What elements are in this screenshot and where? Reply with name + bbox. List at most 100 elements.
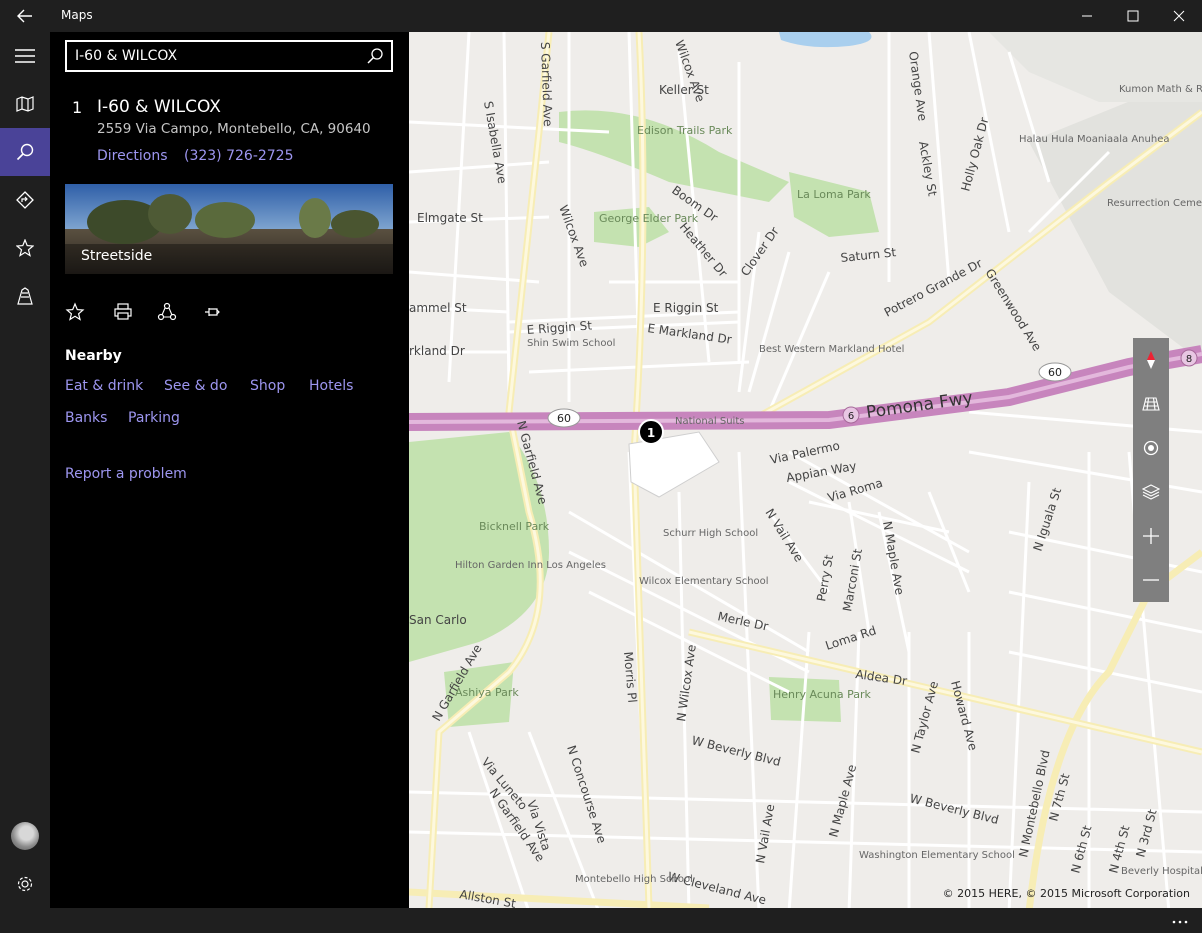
print-icon[interactable] bbox=[113, 302, 133, 322]
back-button[interactable] bbox=[0, 0, 50, 32]
compass-button[interactable] bbox=[1133, 338, 1169, 382]
cemetery-area bbox=[1029, 72, 1202, 362]
map-drawing: 60 60 6 8 Pomona Fwy S Garfield Ave N Ga… bbox=[409, 32, 1202, 908]
label-e-riggin2: E Riggin St bbox=[653, 301, 719, 315]
label-edison-park: Edison Trails Park bbox=[637, 124, 733, 137]
label-la-loma: La Loma Park bbox=[797, 188, 871, 201]
star-icon bbox=[16, 239, 34, 257]
label-loma: Loma Rd bbox=[824, 623, 878, 653]
label-washington: Washington Elementary School bbox=[859, 850, 1015, 861]
label-s-garfield: S Garfield Ave bbox=[538, 42, 555, 127]
result-address: 2559 Via Campo, Montebello, CA, 90640 bbox=[97, 121, 371, 137]
la-loma-park-area bbox=[789, 172, 879, 237]
result-title[interactable]: I-60 & WILCOX bbox=[97, 97, 221, 117]
settings-button[interactable] bbox=[0, 860, 50, 908]
map-copyright: © 2015 HERE, © 2015 Microsoft Corporatio… bbox=[942, 887, 1190, 900]
label-greenwood: Greenwood Ave bbox=[982, 266, 1044, 353]
favorite-star-icon[interactable] bbox=[65, 302, 85, 322]
close-icon bbox=[1173, 10, 1185, 22]
search-icon bbox=[16, 143, 34, 161]
label-n-wilcox: N Wilcox Ave bbox=[674, 644, 699, 723]
hamburger-icon bbox=[15, 49, 35, 63]
label-hammel: ammel St bbox=[409, 301, 467, 315]
close-button[interactable] bbox=[1156, 0, 1202, 32]
search-results-panel: 1 I-60 & WILCOX 2559 Via Campo, Montebel… bbox=[50, 32, 409, 908]
nearby-banks-link[interactable]: Banks bbox=[65, 410, 107, 426]
streetside-label: Streetside bbox=[81, 248, 153, 264]
label-shin-swim: Shin Swim School bbox=[527, 338, 615, 349]
svg-text:6: 6 bbox=[848, 411, 854, 422]
directions-nav-button[interactable] bbox=[0, 176, 50, 224]
reservoir bbox=[779, 32, 872, 48]
minimize-button[interactable] bbox=[1064, 0, 1110, 32]
label-best-western: Best Western Markland Hotel bbox=[759, 344, 904, 355]
label-appian: Appian Way bbox=[785, 459, 857, 485]
more-options-button[interactable] bbox=[1172, 910, 1188, 929]
phone-link[interactable]: (323) 726-2725 bbox=[184, 148, 294, 164]
search-icon[interactable] bbox=[365, 46, 385, 66]
label-n-maple: N Maple Ave bbox=[880, 520, 907, 596]
window-title: Maps bbox=[61, 8, 93, 22]
label-markland: rkland Dr bbox=[409, 344, 465, 358]
label-san-carlo: San Carlo bbox=[409, 613, 467, 627]
label-resurrection: Resurrection Cemetery bbox=[1107, 198, 1202, 209]
label-n-concourse: N Concourse Ave bbox=[564, 744, 609, 845]
label-montebello-high: Montebello High School bbox=[575, 874, 693, 885]
hamburger-menu-button[interactable] bbox=[0, 32, 50, 80]
route-60-shield-right: 60 bbox=[1038, 362, 1072, 382]
compass-icon bbox=[1147, 351, 1155, 369]
3d-cities-nav-button[interactable] bbox=[0, 272, 50, 320]
favorites-nav-button[interactable] bbox=[0, 224, 50, 272]
result-number: 1 bbox=[72, 98, 83, 117]
label-holly-oak: Holly Oak Dr bbox=[958, 116, 991, 193]
label-pin: National Suits bbox=[675, 416, 744, 427]
maximize-icon bbox=[1127, 10, 1139, 22]
label-kumon: Kumon Math & Reading Center of bbox=[1119, 84, 1202, 95]
nearby-heading: Nearby bbox=[65, 348, 122, 364]
avatar bbox=[11, 822, 39, 850]
label-n-vail: N Vail Ave bbox=[762, 506, 806, 564]
label-bicknell: Bicknell Park bbox=[479, 520, 550, 533]
share-icon[interactable] bbox=[157, 302, 177, 322]
nearby-see-do-link[interactable]: See & do bbox=[164, 378, 227, 394]
my-location-button[interactable] bbox=[1133, 426, 1169, 470]
plus-icon bbox=[1143, 528, 1159, 544]
label-w-beverly2: W Beverly Blvd bbox=[908, 791, 1000, 827]
exit-6-badge: 6 bbox=[842, 406, 860, 424]
title-bar: Maps bbox=[0, 0, 1202, 32]
gear-icon bbox=[17, 876, 33, 892]
account-button[interactable] bbox=[0, 812, 50, 860]
pin-icon[interactable] bbox=[202, 302, 222, 322]
nearby-parking-link[interactable]: Parking bbox=[128, 410, 180, 426]
maximize-button[interactable] bbox=[1110, 0, 1156, 32]
streetside-thumbnail[interactable]: Streetside bbox=[65, 184, 393, 274]
map-canvas[interactable]: 60 60 6 8 Pomona Fwy S Garfield Ave N Ga… bbox=[409, 32, 1202, 908]
directions-link[interactable]: Directions bbox=[97, 148, 168, 164]
label-schurr: Schurr High School bbox=[663, 528, 758, 539]
location-target-icon bbox=[1143, 440, 1159, 456]
search-input[interactable] bbox=[75, 46, 355, 66]
report-problem-link[interactable]: Report a problem bbox=[65, 466, 187, 482]
nearby-shop-link[interactable]: Shop bbox=[250, 378, 285, 394]
zoom-in-button[interactable] bbox=[1133, 514, 1169, 558]
bottom-app-bar bbox=[0, 908, 1202, 933]
map-nav-button[interactable] bbox=[0, 80, 50, 128]
nearby-hotels-link[interactable]: Hotels bbox=[309, 378, 353, 394]
nearby-eat-drink-link[interactable]: Eat & drink bbox=[65, 378, 143, 394]
search-box bbox=[65, 40, 393, 72]
label-halau: Halau Hula Moaniaala Anuhea bbox=[1019, 134, 1169, 145]
search-nav-button[interactable] bbox=[0, 128, 50, 176]
label-aldea: Aldea Dr bbox=[855, 667, 908, 688]
label-howard: Howard Ave bbox=[948, 679, 980, 752]
pomona-fwy-label: Pomona Fwy bbox=[865, 388, 974, 423]
label-henry-acuna: Henry Acuna Park bbox=[773, 688, 872, 701]
nav-rail bbox=[0, 32, 50, 908]
label-ashiya: Ashiya Park bbox=[455, 686, 519, 699]
map-layers-button[interactable] bbox=[1133, 470, 1169, 514]
zoom-out-button[interactable] bbox=[1133, 558, 1169, 602]
back-arrow-icon bbox=[17, 9, 32, 23]
route-60-label-2: 60 bbox=[1048, 366, 1062, 379]
location-pin[interactable]: 1 bbox=[638, 419, 664, 445]
svg-text:8: 8 bbox=[1186, 354, 1192, 365]
tilt-3d-button[interactable] bbox=[1133, 382, 1169, 426]
